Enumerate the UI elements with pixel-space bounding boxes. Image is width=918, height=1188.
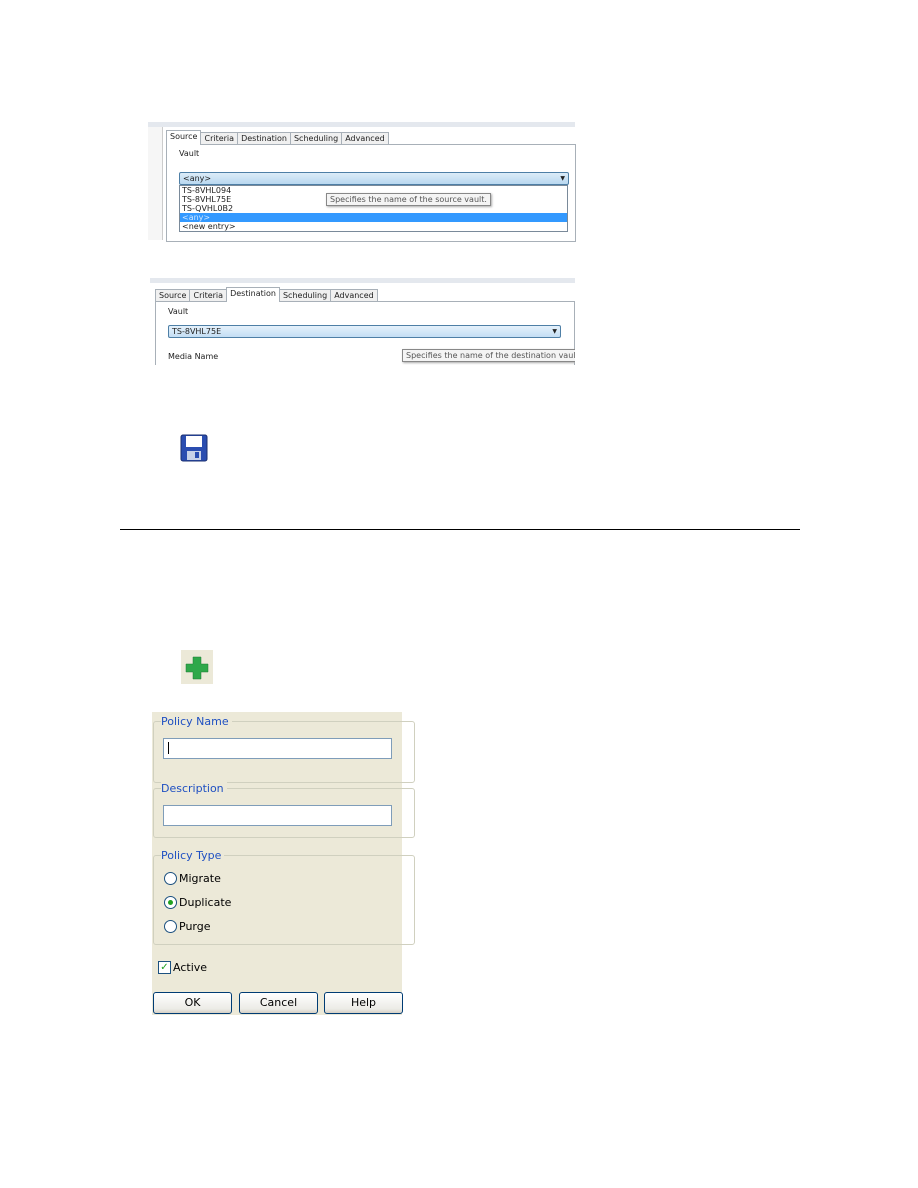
text-cursor xyxy=(168,742,169,754)
ok-button[interactable]: OK xyxy=(153,992,232,1014)
policy-name-input[interactable] xyxy=(163,738,392,759)
chevron-down-icon[interactable]: ▼ xyxy=(552,326,557,337)
checkbox-checked-icon[interactable]: ✓ xyxy=(158,961,171,974)
list-item-selected[interactable]: <any> xyxy=(180,213,567,222)
section-divider xyxy=(120,529,800,530)
vault-label: Vault xyxy=(168,307,189,316)
help-button[interactable]: Help xyxy=(324,992,403,1014)
vault-label: Vault xyxy=(179,149,200,158)
radio-label: Purge xyxy=(179,920,211,933)
active-checkbox[interactable]: ✓ Active xyxy=(158,961,207,974)
green-plus-icon xyxy=(181,650,213,684)
description-input[interactable] xyxy=(163,805,392,826)
source-tab-screenshot: Source Criteria Destination Scheduling A… xyxy=(148,122,576,242)
tab-destination[interactable]: Destination xyxy=(226,287,280,302)
floppy-disk-icon xyxy=(180,434,208,462)
cancel-button[interactable]: Cancel xyxy=(239,992,318,1014)
tooltip: Specifies the name of the source vault. xyxy=(326,193,491,206)
radio-purge[interactable]: Purge xyxy=(164,920,211,933)
radio-button[interactable] xyxy=(164,872,177,885)
radio-label: Migrate xyxy=(179,872,221,885)
media-name-label: Media Name xyxy=(168,352,219,361)
radio-migrate[interactable]: Migrate xyxy=(164,872,221,885)
destination-tab-screenshot: Source Criteria Destination Scheduling A… xyxy=(150,278,575,365)
policy-type-label: Policy Type xyxy=(161,849,225,862)
tab-source[interactable]: Source xyxy=(166,130,202,145)
chevron-down-icon[interactable]: ▼ xyxy=(560,173,565,184)
left-pane xyxy=(148,127,163,240)
vault-combo-value: TS-8VHL75E xyxy=(172,327,222,336)
new-policy-dialog: Policy Name Description Policy Type Migr… xyxy=(152,712,415,1015)
vault-combo[interactable]: TS-8VHL75E ▼ xyxy=(168,325,561,338)
radio-label: Duplicate xyxy=(179,896,232,909)
policy-name-label: Policy Name xyxy=(161,715,232,728)
list-item[interactable]: <new entry> xyxy=(180,222,567,231)
vault-combo[interactable]: <any> ▼ xyxy=(179,172,569,185)
radio-button-selected[interactable] xyxy=(164,896,177,909)
tooltip: Specifies the name of the destination va… xyxy=(402,349,575,362)
description-label: Description xyxy=(161,782,227,795)
vault-combo-value: <any> xyxy=(183,174,212,183)
radio-duplicate[interactable]: Duplicate xyxy=(164,896,231,909)
radio-button[interactable] xyxy=(164,920,177,933)
active-label: Active xyxy=(173,961,208,974)
